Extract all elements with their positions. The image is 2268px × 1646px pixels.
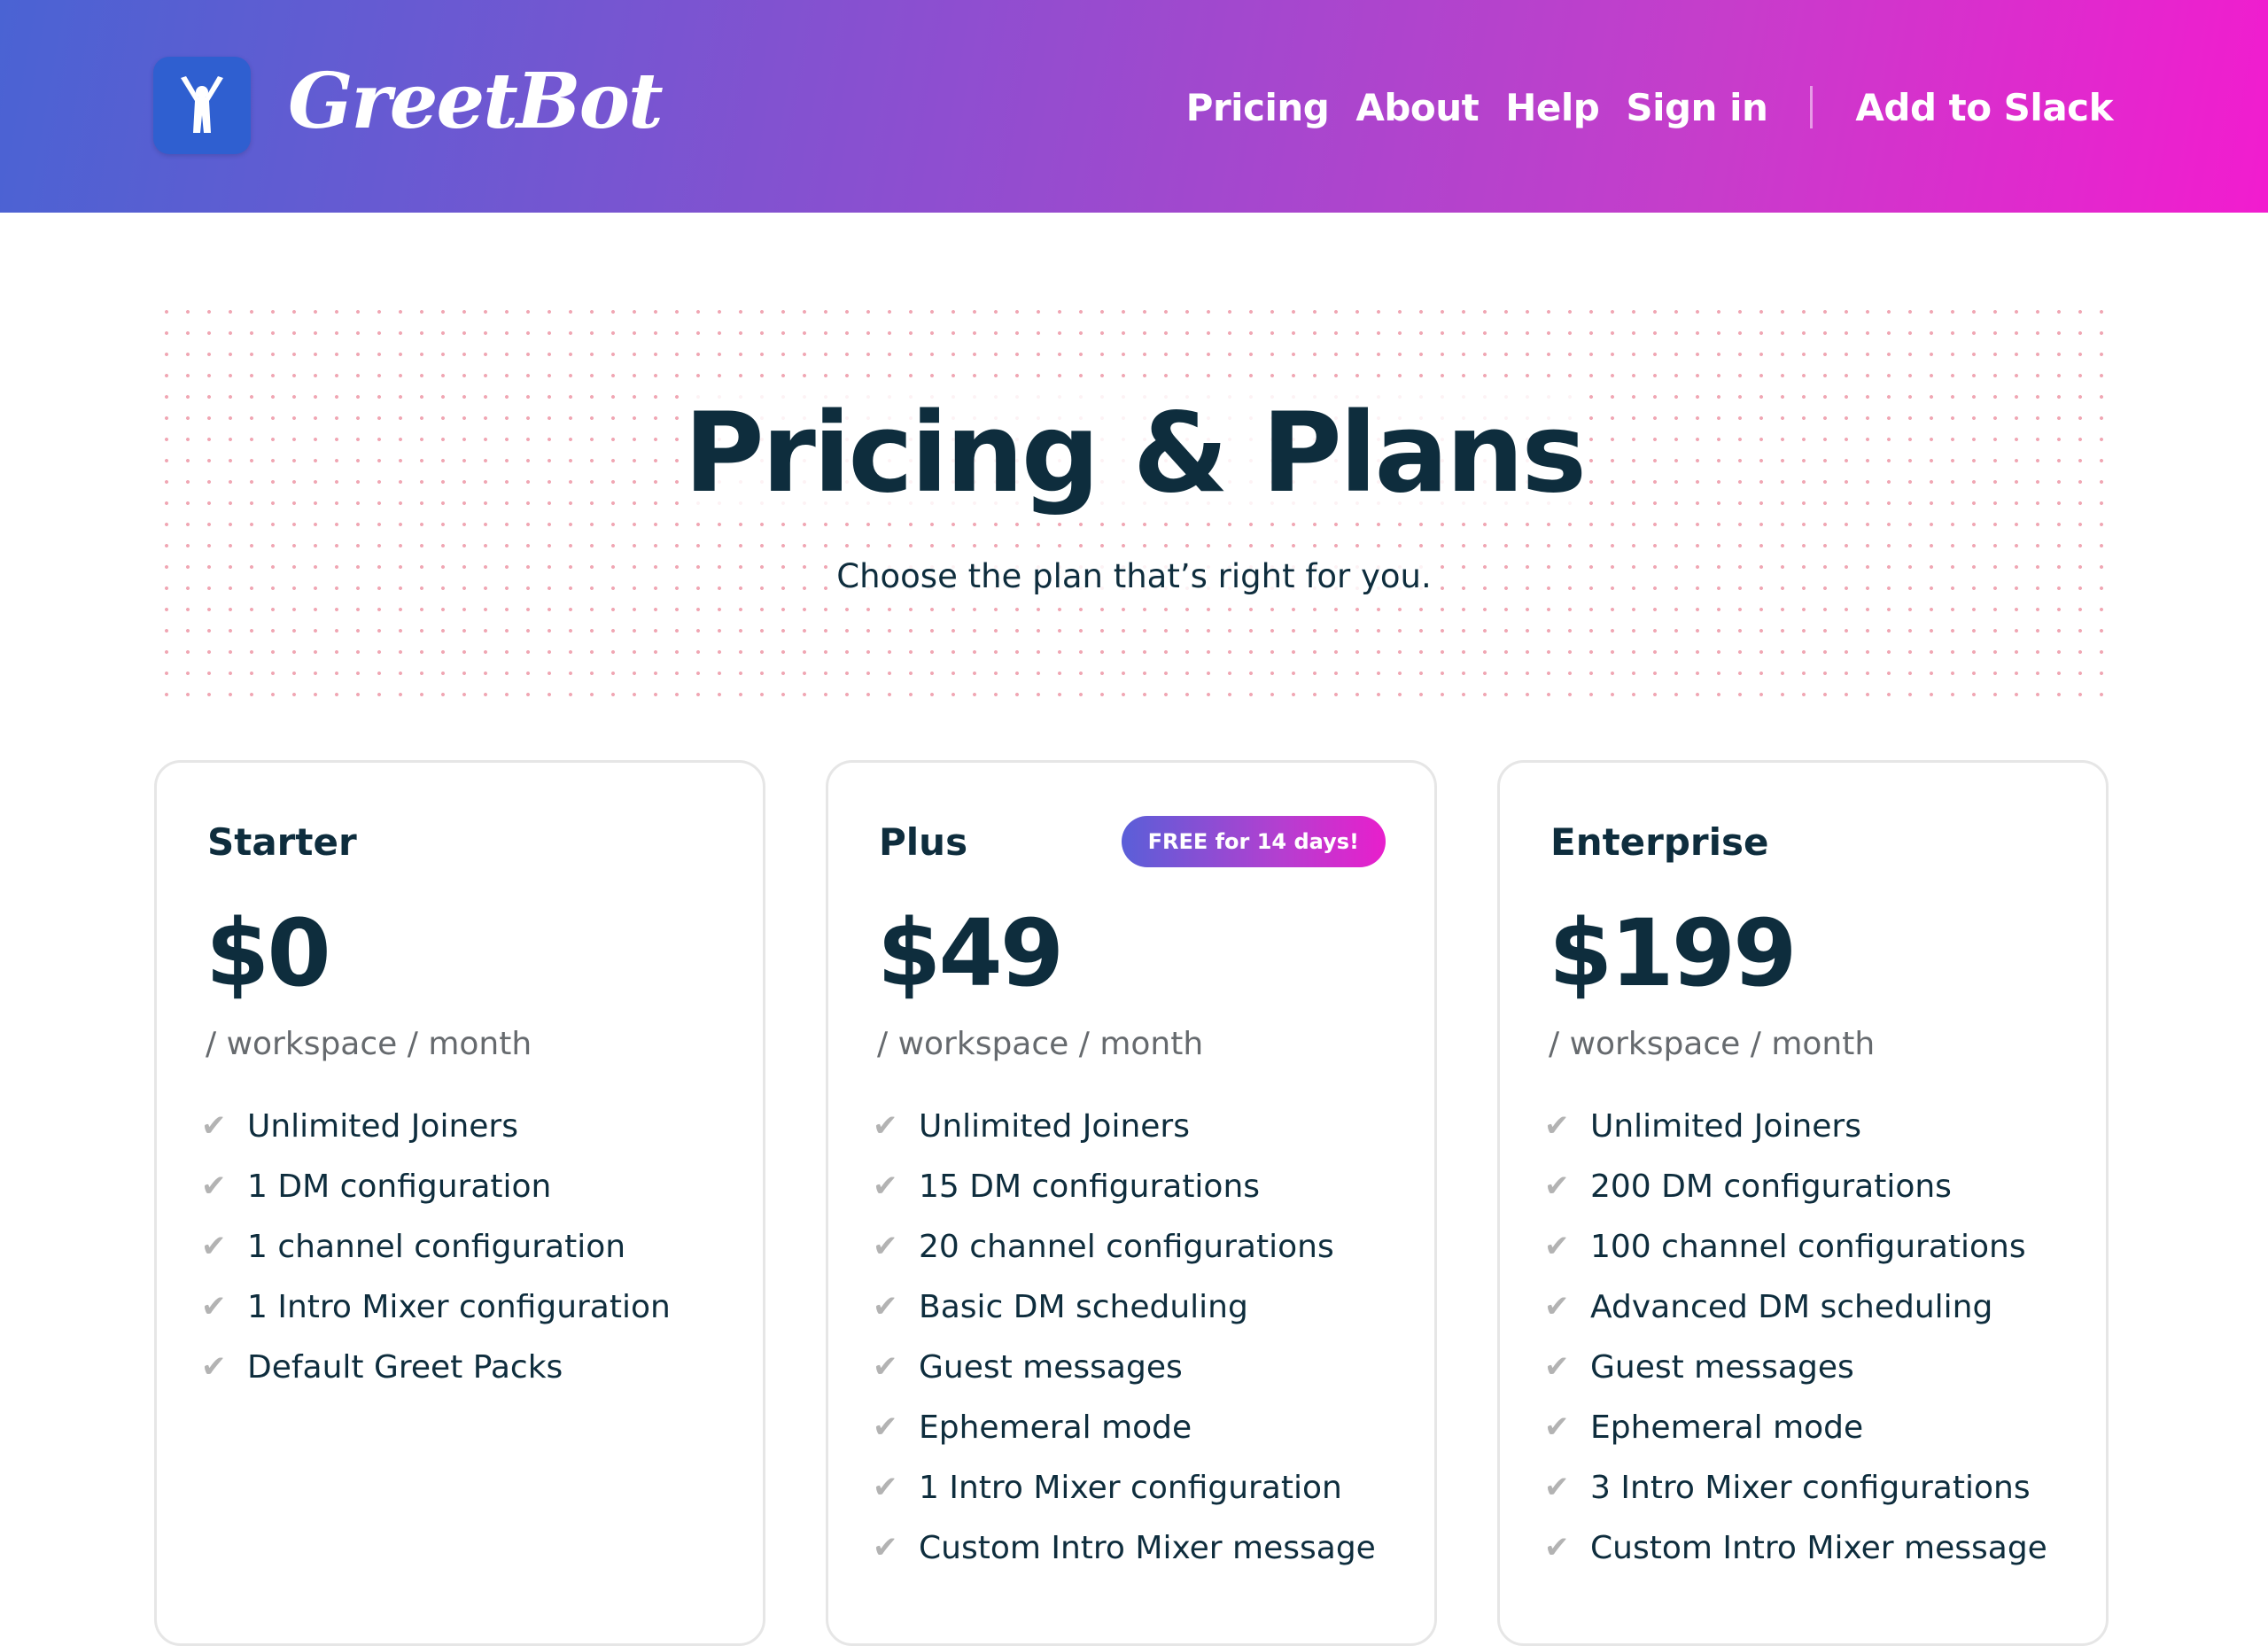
plan-card-starter: Starter $0 / workspace / month ✔ Unlimite…	[154, 760, 765, 1646]
feature-text: 3 Intro Mixer configurations	[1590, 1469, 2031, 1506]
plan-card-plus: Plus FREE for 14 days! $49 / workspace /…	[826, 760, 1437, 1646]
feature-text: Custom Intro Mixer message	[919, 1529, 1376, 1566]
feature-item: ✔ 100 channel configurations	[1544, 1216, 2047, 1277]
checkmark-icon: ✔	[201, 1108, 227, 1144]
nav-pricing-link[interactable]: Pricing	[1186, 86, 1330, 129]
feature-text: Advanced DM scheduling	[1590, 1288, 1993, 1325]
checkmark-icon: ✔	[873, 1530, 898, 1565]
feature-text: 100 channel configurations	[1590, 1228, 2026, 1265]
page-title: Pricing & Plans	[0, 390, 2268, 517]
feature-text: Default Greet Packs	[247, 1348, 563, 1386]
plan-period: / workspace / month	[877, 1026, 1204, 1062]
checkmark-icon: ✔	[1544, 1108, 1570, 1144]
feature-item: ✔ Ephemeral mode	[873, 1397, 1376, 1457]
checkmark-icon: ✔	[873, 1470, 898, 1505]
greetbot-logo[interactable]	[153, 57, 251, 154]
brand-name[interactable]: GreetBot	[288, 53, 664, 151]
feature-text: Unlimited Joiners	[1590, 1107, 1861, 1145]
checkmark-icon: ✔	[873, 1229, 898, 1264]
feature-text: 1 Intro Mixer configuration	[919, 1469, 1342, 1506]
checkmark-icon: ✔	[201, 1169, 227, 1204]
checkmark-icon: ✔	[1544, 1169, 1570, 1204]
nav-help-link[interactable]: Help	[1505, 86, 1600, 129]
feature-list: ✔ Unlimited Joiners ✔ 1 DM configuration ✔ 1 …	[201, 1096, 671, 1397]
feature-text: Unlimited Joiners	[919, 1107, 1190, 1145]
plan-name: Plus	[879, 820, 968, 864]
feature-item: ✔ Custom Intro Mixer message	[873, 1518, 1376, 1578]
checkmark-icon: ✔	[201, 1349, 227, 1385]
checkmark-icon: ✔	[873, 1289, 898, 1324]
plan-price: $0	[206, 899, 331, 1007]
feature-item: ✔ Custom Intro Mixer message	[1544, 1518, 2047, 1578]
feature-text: Custom Intro Mixer message	[1590, 1529, 2047, 1566]
feature-text: 1 DM configuration	[247, 1168, 552, 1205]
feature-text: 20 channel configurations	[919, 1228, 1334, 1265]
nav-divider	[1810, 86, 1814, 128]
nav-about-link[interactable]: About	[1355, 86, 1479, 129]
checkmark-icon: ✔	[1544, 1229, 1570, 1264]
feature-text: Guest messages	[919, 1348, 1183, 1386]
person-arms-up-icon	[181, 76, 223, 133]
plan-price: $199	[1549, 899, 1797, 1007]
feature-text: Ephemeral mode	[1590, 1409, 1864, 1446]
add-to-slack-link[interactable]: Add to Slack	[1855, 86, 2113, 129]
feature-item: ✔ Unlimited Joiners	[201, 1096, 671, 1156]
feature-item: ✔ Ephemeral mode	[1544, 1397, 2047, 1457]
page-subtitle-text: Choose the plan that’s right for you.	[836, 557, 1432, 595]
feature-item: ✔ Guest messages	[873, 1337, 1376, 1397]
feature-item: ✔ Default Greet Packs	[201, 1337, 671, 1397]
main-nav: Pricing About Help Sign in Add to Slack	[1186, 76, 2114, 138]
plan-name: Starter	[207, 820, 357, 864]
checkmark-icon: ✔	[1544, 1289, 1570, 1324]
checkmark-icon: ✔	[873, 1169, 898, 1204]
checkmark-icon: ✔	[1544, 1409, 1570, 1445]
plan-name: Enterprise	[1550, 820, 1769, 864]
free-trial-badge: FREE for 14 days!	[1121, 816, 1386, 867]
feature-item: ✔ Unlimited Joiners	[1544, 1096, 2047, 1156]
page-title-text: Pricing & Plans	[683, 390, 1587, 517]
plan-period: / workspace / month	[1549, 1026, 1876, 1062]
checkmark-icon: ✔	[1544, 1470, 1570, 1505]
checkmark-icon: ✔	[201, 1229, 227, 1264]
feature-text: 15 DM configurations	[919, 1168, 1261, 1205]
checkmark-icon: ✔	[873, 1349, 898, 1385]
feature-item: ✔ 15 DM configurations	[873, 1156, 1376, 1216]
checkmark-icon: ✔	[201, 1289, 227, 1324]
feature-item: ✔ Guest messages	[1544, 1337, 2047, 1397]
feature-item: ✔ 1 Intro Mixer configuration	[873, 1457, 1376, 1518]
feature-item: ✔ 1 DM configuration	[201, 1156, 671, 1216]
feature-list: ✔ Unlimited Joiners ✔ 200 DM configurations…	[1544, 1096, 2047, 1578]
page-subtitle: Choose the plan that’s right for you.	[0, 555, 2268, 599]
plan-period: / workspace / month	[206, 1026, 532, 1062]
feature-item: ✔ 200 DM configurations	[1544, 1156, 2047, 1216]
feature-text: Guest messages	[1590, 1348, 1854, 1386]
plan-card-enterprise: Enterprise $199 / workspace / month ✔ Unl…	[1497, 760, 2109, 1646]
checkmark-icon: ✔	[873, 1409, 898, 1445]
feature-list: ✔ Unlimited Joiners ✔ 15 DM configurations ✔…	[873, 1096, 1376, 1578]
nav-sign-in-link[interactable]: Sign in	[1626, 86, 1768, 129]
top-header: GreetBot Pricing About Help Sign in Add …	[0, 0, 2268, 213]
feature-text: 1 channel configuration	[247, 1228, 626, 1265]
checkmark-icon: ✔	[1544, 1349, 1570, 1385]
feature-text: 200 DM configurations	[1590, 1168, 1952, 1205]
feature-item: ✔ 1 Intro Mixer configuration	[201, 1277, 671, 1337]
feature-item: ✔ Unlimited Joiners	[873, 1096, 1376, 1156]
feature-item: ✔ 3 Intro Mixer configurations	[1544, 1457, 2047, 1518]
checkmark-icon: ✔	[873, 1108, 898, 1144]
feature-item: ✔ 20 channel configurations	[873, 1216, 1376, 1277]
feature-text: Ephemeral mode	[919, 1409, 1192, 1446]
feature-text: Basic DM scheduling	[919, 1288, 1248, 1325]
feature-text: Unlimited Joiners	[247, 1107, 518, 1145]
feature-text: 1 Intro Mixer configuration	[247, 1288, 671, 1325]
plan-price: $49	[877, 899, 1064, 1007]
checkmark-icon: ✔	[1544, 1530, 1570, 1565]
feature-item: ✔ Basic DM scheduling	[873, 1277, 1376, 1337]
feature-item: ✔ 1 channel configuration	[201, 1216, 671, 1277]
feature-item: ✔ Advanced DM scheduling	[1544, 1277, 2047, 1337]
